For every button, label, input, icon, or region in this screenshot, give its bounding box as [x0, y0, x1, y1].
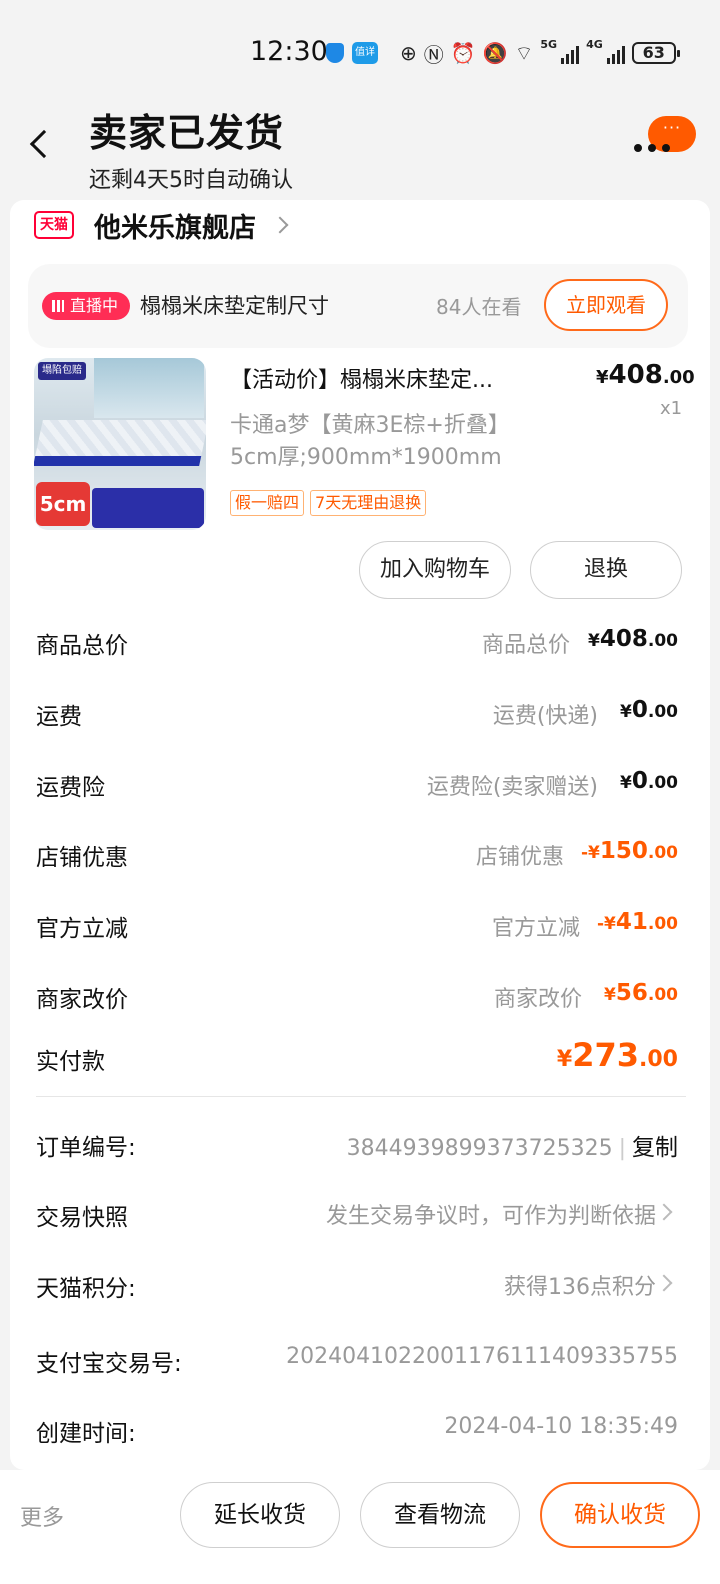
created-time-value: 2024-04-10 18:35:49	[444, 1414, 678, 1439]
divider	[36, 1096, 686, 1097]
order-no-row: 3844939899373725325 | 复制	[347, 1128, 678, 1162]
more-menu-button[interactable]: ···	[634, 116, 696, 170]
price-row-amount: ¥408.00	[588, 626, 678, 652]
more-actions-link[interactable]: 更多	[20, 1500, 64, 1532]
price-row-sub: 官方立减	[491, 916, 580, 941]
live-stream-banner[interactable]: 直播中 榻榻米床垫定制尺寸 84人在看 立即观看	[28, 264, 688, 348]
price-row-label: 运费险	[36, 775, 105, 801]
copy-order-no-button[interactable]: 复制	[632, 1135, 678, 1161]
created-time-label: 创建时间:	[36, 1421, 136, 1447]
nfc-n-icon: Ⓝ	[423, 42, 444, 67]
product-spec-line: 5cm厚;900mm*1900mm	[230, 445, 502, 470]
alarm-icon: ⏰	[450, 41, 476, 65]
network-5g-label: 5G	[540, 38, 558, 51]
price-row-sub: 运费险(卖家赠送)	[426, 775, 598, 800]
live-title: 榻榻米床垫定制尺寸	[140, 294, 329, 318]
store-row[interactable]: 天猫 他米乐旗舰店	[34, 208, 289, 244]
price-row-label: 商家改价	[36, 987, 128, 1013]
product-image-window	[94, 358, 204, 418]
total-label: 实付款	[36, 1049, 105, 1075]
price-row-amount: -¥41.00	[596, 909, 678, 935]
signal-icon	[606, 42, 625, 64]
points-label: 天猫积分:	[36, 1276, 136, 1302]
order-no-label: 订单编号:	[36, 1135, 136, 1161]
product-price: ¥408.00	[596, 360, 695, 390]
wifi-icon: ⌔	[514, 40, 534, 65]
store-name: 他米乐旗舰店	[94, 212, 256, 244]
status-left-icons: 值详	[326, 38, 378, 68]
return-exchange-button[interactable]: 退换	[530, 541, 682, 599]
service-tag: 假一赔四	[230, 490, 305, 516]
bottom-action-bar: 更多 延长收货 查看物流 确认收货	[0, 1470, 720, 1584]
price-row-label: 店铺优惠	[36, 845, 128, 871]
signal-icon	[561, 42, 580, 64]
separator: |	[618, 1136, 626, 1161]
watch-live-button[interactable]: 立即观看	[544, 279, 668, 331]
status-right-icons: ⊕ Ⓝ ⏰ 🔕 ⌔ 5G 4G 63	[400, 38, 680, 68]
chevron-right-icon	[655, 1203, 673, 1221]
product-spec-line: 卡通a梦【黄麻3E棕+折叠】	[230, 413, 510, 438]
points-value[interactable]: 获得136点积分	[504, 1269, 656, 1301]
view-logistics-button[interactable]: 查看物流	[360, 1482, 520, 1548]
extend-receipt-button[interactable]: 延长收货	[180, 1482, 340, 1548]
chevron-right-icon	[271, 216, 289, 234]
order-no-value: 3844939899373725325	[346, 1136, 613, 1161]
battery-icon: 63	[631, 42, 680, 64]
live-viewer-count: 84人在看	[436, 295, 522, 319]
alipay-no-label: 支付宝交易号:	[36, 1351, 182, 1377]
product-image[interactable]: 塌陷包赔 5cm	[34, 358, 206, 530]
total-amount: ¥273.00	[556, 1036, 678, 1074]
price-row-sub: 商家改价	[493, 987, 582, 1012]
price-row-amount: ¥0.00	[620, 697, 678, 723]
mute-icon: 🔕	[482, 41, 508, 65]
product-quantity: x1	[660, 398, 683, 419]
network-4g-label: 4G	[586, 38, 603, 51]
auto-confirm-countdown: 还剩4天5时自动确认	[89, 168, 293, 193]
shield-icon	[326, 43, 344, 63]
product-image-size: 5cm	[36, 482, 90, 526]
tmall-logo-icon: 天猫	[34, 211, 74, 239]
order-card: 天猫 他米乐旗舰店 直播中 榻榻米床垫定制尺寸 84人在看 立即观看 塌陷包赔 …	[10, 200, 710, 1470]
product-image-tag: 塌陷包赔	[38, 362, 86, 380]
product-spec: 卡通a梦【黄麻3E棕+折叠】 5cm厚;900mm*1900mm	[230, 410, 590, 474]
status-bar: 12:30 值详 ⊕ Ⓝ ⏰ 🔕 ⌔ 5G 4G 63	[0, 0, 720, 90]
chevron-right-icon	[655, 1274, 673, 1292]
app-notification-icon: 值详	[352, 42, 378, 64]
price-row-label: 运费	[36, 704, 82, 730]
confirm-receipt-button[interactable]: 确认收货	[540, 1482, 700, 1548]
price-row-amount: ¥56.00	[604, 980, 678, 1006]
service-tags: 假一赔四 7天无理由退换	[230, 490, 427, 516]
status-time: 12:30	[250, 36, 328, 67]
back-icon[interactable]	[29, 129, 59, 159]
price-row-amount: ¥0.00	[620, 768, 678, 794]
order-header: 卖家已发货 还剩4天5时自动确认 ···	[0, 90, 720, 200]
page-title: 卖家已发货	[89, 111, 285, 155]
price-row-sub: 店铺优惠	[475, 845, 564, 870]
live-badge: 直播中	[42, 292, 130, 320]
snapshot-value[interactable]: 发生交易争议时，可作为判断依据	[326, 1198, 656, 1230]
price-row-label: 商品总价	[36, 633, 128, 659]
price-row-amount: -¥150.00	[580, 838, 678, 864]
price-row-sub: 商品总价	[481, 633, 570, 658]
snapshot-label: 交易快照	[36, 1205, 128, 1231]
price-row-label: 官方立减	[36, 916, 128, 942]
product-image-strip	[92, 488, 204, 528]
price-row-sub: 运费(快递)	[492, 704, 598, 729]
product-image-mattress	[34, 420, 206, 466]
more-dots-icon	[634, 144, 670, 152]
product-title[interactable]: 【活动价】榻榻米床垫定...	[230, 362, 560, 394]
alipay-no-value: 2024041022001176111409335755	[286, 1344, 678, 1369]
nfc-icon: ⊕	[400, 41, 417, 65]
service-tag: 7天无理由退换	[310, 490, 427, 516]
add-to-cart-button[interactable]: 加入购物车	[359, 541, 511, 599]
